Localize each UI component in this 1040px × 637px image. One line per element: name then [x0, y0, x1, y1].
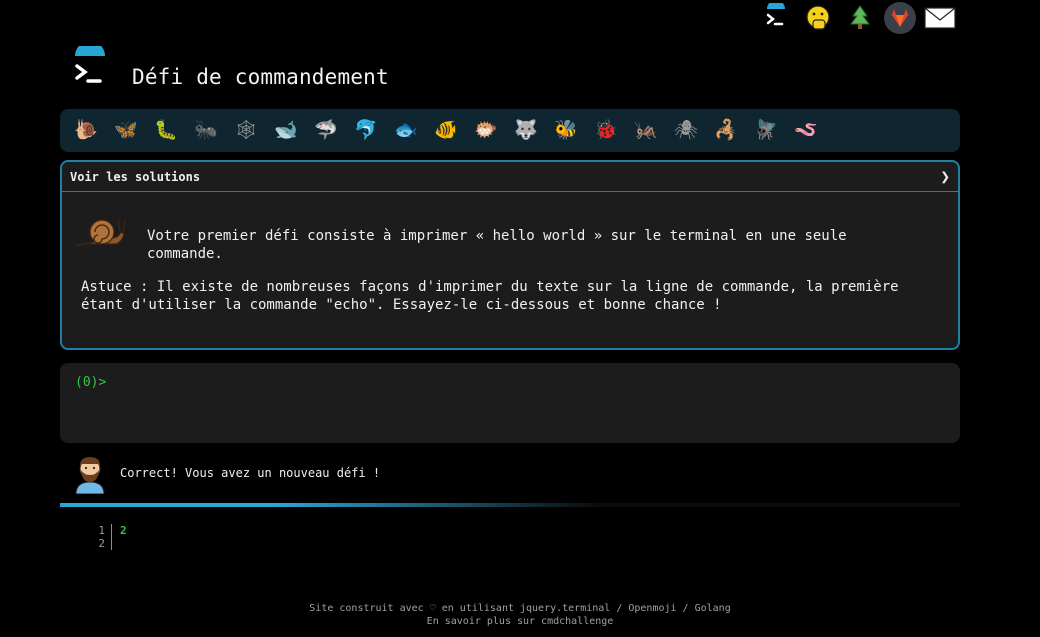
gitlab-icon[interactable] [884, 2, 916, 34]
hand-over-mouth-icon[interactable] [802, 2, 834, 34]
blowfish-icon[interactable]: 🐡 [466, 113, 506, 149]
page-title: Défi de commandement [132, 65, 389, 89]
shark-icon[interactable]: 🦈 [306, 113, 346, 149]
scorpion-icon[interactable]: 🦂 [706, 113, 746, 149]
butterfly-icon[interactable]: 🦋 [106, 113, 146, 149]
output-editor[interactable]: 1 2 2 [92, 524, 292, 554]
line-number: 2 [98, 537, 105, 550]
progress-fill [60, 503, 600, 507]
footer-credits: Site construit avec ♡ en utilisant jquer… [309, 603, 731, 614]
top-nav [760, 0, 960, 36]
snail-icon[interactable]: 🐌 [66, 113, 106, 149]
solutions-label: Voir les solutions [70, 169, 201, 184]
wolf-icon[interactable]: 🐺 [506, 113, 546, 149]
tropical-fish-icon[interactable]: 🐠 [426, 113, 466, 149]
spider-icon[interactable]: 🕷 [666, 113, 706, 149]
ant-icon[interactable]: 🐜 [186, 113, 226, 149]
prompt-counter: 0 [82, 375, 91, 390]
feedback-text: Correct! Vous avez un nouveau défi ! [120, 466, 381, 480]
fly-icon[interactable]: 🪰 [746, 113, 786, 149]
caterpillar-icon[interactable]: 🐛 [146, 113, 186, 149]
tree-icon[interactable] [844, 2, 876, 34]
page-header: Défi de commandement [60, 45, 960, 105]
solutions-toggle[interactable]: Voir les solutions ❯ [62, 162, 958, 192]
ladybug-icon[interactable]: 🐞 [586, 113, 626, 149]
terminal-prompt: (0)> [75, 375, 107, 390]
spider-web-icon[interactable]: 🕸 [226, 113, 266, 149]
challenge-panel: Voir les solutions ❯ Votre premier défi … [60, 160, 960, 350]
snail-icon [72, 212, 128, 252]
terminal[interactable]: (0)> [60, 363, 960, 443]
challenge-hint: Astuce : Il existe de nombreuses façons … [81, 279, 899, 313]
dolphin-icon[interactable]: 🐬 [346, 113, 386, 149]
footer: Site construit avec ♡ en utilisant jquer… [0, 602, 1040, 628]
progress-bar [60, 503, 960, 507]
worm-icon[interactable]: 🪱 [786, 113, 826, 149]
cricket-icon[interactable]: 🦗 [626, 113, 666, 149]
logo-terminal-icon [66, 45, 114, 93]
bearded-man-avatar-icon [72, 454, 108, 495]
mail-icon[interactable] [924, 2, 956, 34]
line-number: 1 [98, 524, 105, 537]
whale-icon[interactable]: 🐋 [266, 113, 306, 149]
editor-code: 2 [120, 524, 127, 537]
terminal-icon[interactable] [760, 2, 792, 34]
fish-icon[interactable]: 🐟 [386, 113, 426, 149]
challenge-description: Votre premier défi consiste à imprimer «… [147, 228, 847, 262]
chevron-right-icon: ❯ [940, 167, 950, 186]
bee-icon[interactable]: 🐝 [546, 113, 586, 149]
feedback-message: Correct! Vous avez un nouveau défi ! [60, 452, 960, 496]
challenge-strip: 🐌 🦋 🐛 🐜 🕸 🐋 🦈 🐬 🐟 🐠 🐡 🐺 🐝 🐞 🦗 🕷 🦂 🪰 🪱 [60, 109, 960, 152]
footer-learn-more-link[interactable]: En savoir plus sur cmdchallenge [0, 615, 1040, 628]
line-number-gutter: 1 2 [92, 524, 112, 550]
